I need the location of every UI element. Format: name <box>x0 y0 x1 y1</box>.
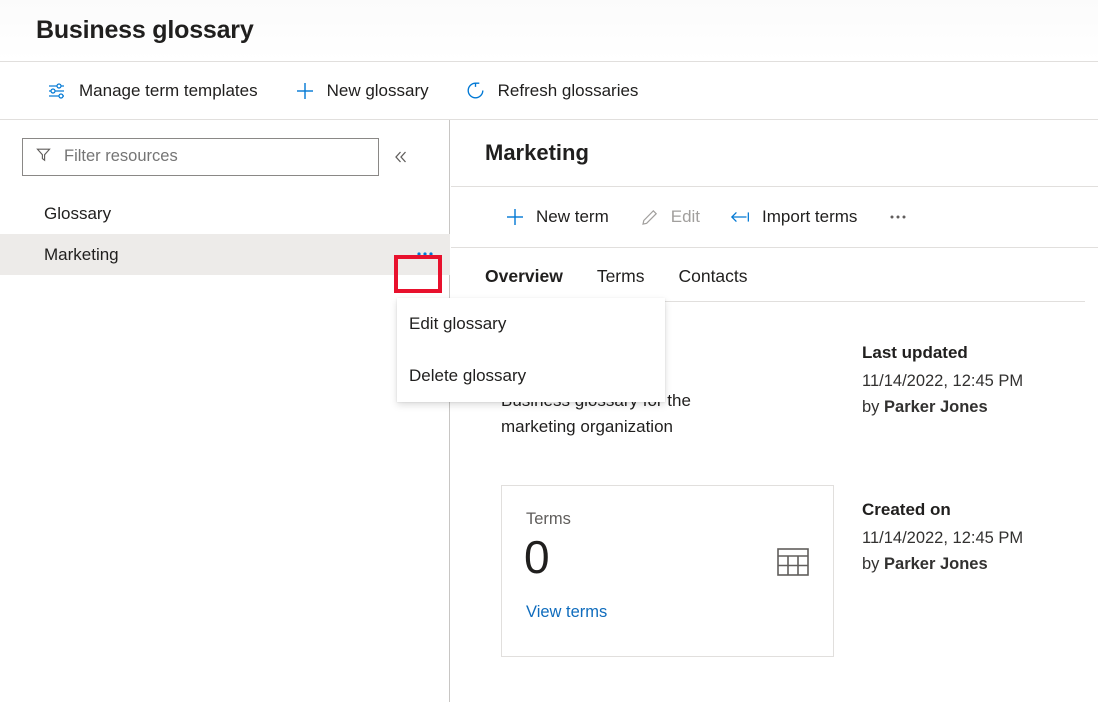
terms-card: Terms 0 View terms <box>501 485 834 657</box>
terms-card-value: 0 <box>524 530 550 584</box>
plus-icon <box>294 80 316 102</box>
refresh-glossaries-button[interactable]: Refresh glossaries <box>455 71 649 111</box>
terms-card-label: Terms <box>526 510 571 529</box>
page-title: Business glossary <box>36 16 254 45</box>
new-term-label: New term <box>536 207 609 227</box>
last-updated-user: Parker Jones <box>884 398 988 416</box>
refresh-glossaries-label: Refresh glossaries <box>498 81 639 101</box>
tab-overview[interactable]: Overview <box>485 260 563 300</box>
glossary-list-pane: Glossary Marketing <box>0 120 450 702</box>
plus-icon <box>504 206 526 228</box>
created-on-value: 11/14/2022, 12:45 PM by Parker Jones <box>862 525 1037 577</box>
menu-item-edit-glossary-label: Edit glossary <box>409 314 506 334</box>
glossary-context-menu: Edit glossary Delete glossary <box>397 298 665 402</box>
glossary-more-actions-button[interactable] <box>408 238 442 270</box>
menu-item-delete-glossary-label: Delete glossary <box>409 366 526 386</box>
menu-item-delete-glossary[interactable]: Delete glossary <box>397 350 665 402</box>
created-on-heading: Created on <box>862 500 1037 520</box>
detail-divider-mid <box>451 247 1098 248</box>
new-term-button[interactable]: New term <box>495 198 618 236</box>
new-glossary-label: New glossary <box>327 81 429 101</box>
import-arrow-icon <box>730 206 752 228</box>
tab-terms[interactable]: Terms <box>597 260 645 300</box>
chevron-double-left-icon <box>392 148 410 166</box>
detail-command-bar: New term Edit Import terms <box>451 187 1098 247</box>
tree-item-marketing[interactable]: Marketing <box>0 234 450 275</box>
pencil-icon <box>639 206 661 228</box>
filter-resources-box[interactable] <box>22 138 379 176</box>
manage-term-templates-label: Manage term templates <box>79 81 258 101</box>
view-terms-link[interactable]: View terms <box>526 603 607 622</box>
tree-item-glossary[interactable]: Glossary <box>0 193 450 234</box>
edit-label: Edit <box>671 207 700 227</box>
tab-contacts[interactable]: Contacts <box>678 260 747 300</box>
global-command-bar: Manage term templates New glossary Refre… <box>0 62 1098 120</box>
page-header: Business glossary <box>0 0 1098 62</box>
filter-icon <box>35 146 52 168</box>
filter-resources-input[interactable] <box>64 147 366 166</box>
last-updated-value: 11/14/2022, 12:45 PM by Parker Jones <box>862 368 1037 420</box>
manage-term-templates-button[interactable]: Manage term templates <box>36 71 268 111</box>
detail-title: Marketing <box>485 140 589 166</box>
tree-item-label: Glossary <box>44 204 111 224</box>
menu-item-edit-glossary[interactable]: Edit glossary <box>397 298 665 350</box>
business-glossary-page: Business glossary Manage term templates … <box>0 0 1098 702</box>
filter-row <box>0 120 450 193</box>
import-terms-label: Import terms <box>762 207 857 227</box>
created-on-block: Created on 11/14/2022, 12:45 PM by Parke… <box>862 500 1037 577</box>
ellipsis-icon <box>887 206 909 228</box>
tab-terms-label: Terms <box>597 266 645 286</box>
tree-item-label: Marketing <box>44 245 119 265</box>
last-updated-block: Last updated 11/14/2022, 12:45 PM by Par… <box>862 343 1037 420</box>
glossary-tree: Glossary Marketing <box>0 193 450 275</box>
detail-more-actions-button[interactable] <box>878 198 918 236</box>
refresh-icon <box>465 80 487 102</box>
ellipsis-icon <box>414 250 436 258</box>
tab-contacts-label: Contacts <box>678 266 747 286</box>
sliders-icon <box>46 80 68 102</box>
import-terms-button[interactable]: Import terms <box>721 198 866 236</box>
collapse-pane-button[interactable] <box>384 140 418 174</box>
last-updated-heading: Last updated <box>862 343 1037 363</box>
new-glossary-button[interactable]: New glossary <box>284 71 439 111</box>
created-on-user: Parker Jones <box>884 555 988 573</box>
detail-tabs: Overview Terms Contacts <box>485 260 782 300</box>
tab-overview-label: Overview <box>485 266 563 286</box>
table-grid-icon <box>777 548 809 581</box>
edit-button[interactable]: Edit <box>630 198 709 236</box>
